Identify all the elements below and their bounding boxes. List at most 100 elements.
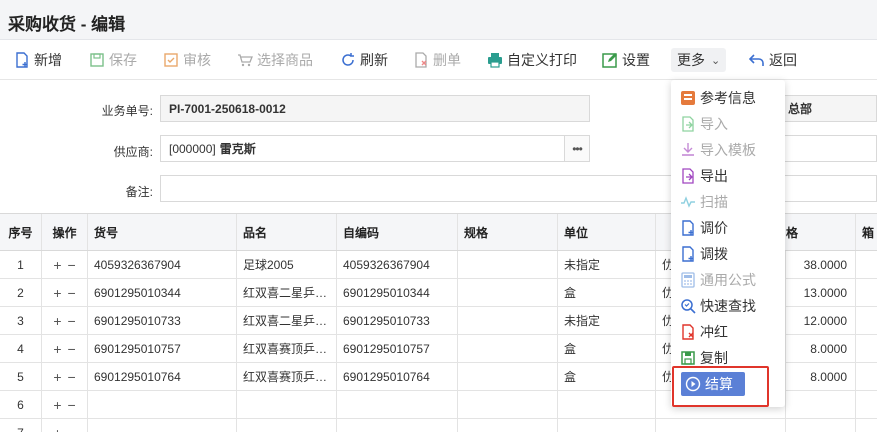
- col-code[interactable]: 货号: [88, 214, 237, 250]
- row-op-cell[interactable]: +−: [42, 391, 88, 418]
- col-selfcode[interactable]: 自编码: [337, 214, 458, 250]
- remove-row-icon[interactable]: −: [68, 285, 76, 301]
- audit-button[interactable]: 审核: [163, 49, 211, 71]
- row-code-cell[interactable]: [88, 419, 237, 432]
- row-price-cell[interactable]: [786, 419, 856, 432]
- add-row-icon[interactable]: +: [53, 369, 61, 385]
- add-row-icon[interactable]: +: [53, 341, 61, 357]
- menu-item-export[interactable]: 导出: [680, 165, 728, 187]
- menu-item-reference-info[interactable]: 参考信息: [680, 87, 756, 109]
- row-price-cell[interactable]: 38.0000: [786, 251, 856, 278]
- row-spec-cell[interactable]: [458, 251, 558, 278]
- row-code-cell[interactable]: 6901295010733: [88, 307, 237, 334]
- row-selfcode-cell[interactable]: 6901295010733: [337, 307, 458, 334]
- refresh-button[interactable]: 刷新: [340, 49, 388, 71]
- row-price-cell[interactable]: 8.0000: [786, 363, 856, 390]
- row-op-cell[interactable]: +−: [42, 363, 88, 390]
- row-code-cell[interactable]: 6901295010764: [88, 363, 237, 390]
- row-spec-cell[interactable]: [458, 307, 558, 334]
- row-spec-cell[interactable]: [458, 419, 558, 432]
- add-row-icon[interactable]: +: [53, 257, 61, 273]
- row-price-cell[interactable]: 8.0000: [786, 335, 856, 362]
- row-extra-cell[interactable]: [856, 251, 877, 278]
- row-spec-cell[interactable]: [458, 363, 558, 390]
- row-name-cell[interactable]: 红双喜二星乒…: [237, 279, 337, 306]
- menu-item-formula[interactable]: 通用公式: [680, 269, 756, 291]
- row-extra-cell[interactable]: [856, 391, 877, 418]
- menu-item-import-template[interactable]: 导入模板: [680, 139, 756, 161]
- row-unit-cell[interactable]: 盒: [558, 335, 656, 362]
- col-spec[interactable]: 规格: [458, 214, 558, 250]
- row-extra-cell[interactable]: [856, 279, 877, 306]
- row-unit-cell[interactable]: 盒: [558, 363, 656, 390]
- row-selfcode-cell[interactable]: 6901295010344: [337, 279, 458, 306]
- row-op-cell[interactable]: +−: [42, 251, 88, 278]
- row-name-cell[interactable]: [237, 391, 337, 418]
- row-code-cell[interactable]: 4059326367904: [88, 251, 237, 278]
- add-row-icon[interactable]: +: [53, 425, 61, 432]
- row-spec-cell[interactable]: [458, 279, 558, 306]
- row-price-cell[interactable]: 13.0000: [786, 279, 856, 306]
- row-op-cell[interactable]: +−: [42, 279, 88, 306]
- row-op-cell[interactable]: +−: [42, 335, 88, 362]
- add-row-icon[interactable]: +: [53, 313, 61, 329]
- row-unit-cell[interactable]: 未指定: [558, 251, 656, 278]
- table-row[interactable]: 7+−: [0, 419, 877, 432]
- row-seq-cell[interactable]: 5: [0, 363, 42, 390]
- row-op-cell[interactable]: +−: [42, 419, 88, 432]
- menu-item-adjust-price[interactable]: 调价: [680, 217, 728, 239]
- row-seq-cell[interactable]: 4: [0, 335, 42, 362]
- back-button[interactable]: 返回: [749, 49, 797, 71]
- row-op-cell[interactable]: +−: [42, 307, 88, 334]
- settings-button[interactable]: 设置: [602, 49, 650, 71]
- row-code-cell[interactable]: 6901295010344: [88, 279, 237, 306]
- supplier-field[interactable]: [000000] 雷克斯: [160, 135, 565, 162]
- row-name-cell[interactable]: 足球2005: [237, 251, 337, 278]
- row-name-cell[interactable]: [237, 419, 337, 432]
- row-code-cell[interactable]: 6901295010757: [88, 335, 237, 362]
- new-button[interactable]: 新增: [14, 49, 62, 71]
- remove-row-icon[interactable]: −: [68, 257, 76, 273]
- add-row-icon[interactable]: +: [53, 397, 61, 413]
- row-unit-cell[interactable]: [558, 419, 656, 432]
- row-unit-cell[interactable]: 盒: [558, 279, 656, 306]
- supplier-picker-button[interactable]: •••: [564, 135, 590, 162]
- row-seq-cell[interactable]: 3: [0, 307, 42, 334]
- org-field[interactable]: 总部: [780, 95, 877, 122]
- row-unit-cell[interactable]: 未指定: [558, 307, 656, 334]
- remove-row-icon[interactable]: −: [68, 369, 76, 385]
- doc-no-field[interactable]: PI-7001-250618-0012: [160, 95, 590, 122]
- row-selfcode-cell[interactable]: 6901295010764: [337, 363, 458, 390]
- row-selfcode-cell[interactable]: 6901295010757: [337, 335, 458, 362]
- save-button[interactable]: 保存: [89, 49, 137, 71]
- menu-item-scan[interactable]: 扫描: [680, 191, 728, 213]
- row-seq-cell[interactable]: 6: [0, 391, 42, 418]
- menu-item-quick-find[interactable]: 快速查找: [680, 295, 756, 317]
- row-extra-cell[interactable]: [856, 363, 877, 390]
- row-seq-cell[interactable]: 1: [0, 251, 42, 278]
- row-price-cell[interactable]: [786, 391, 856, 418]
- row-unit-cell[interactable]: [558, 391, 656, 418]
- row-name-cell[interactable]: 红双喜赛顶乒…: [237, 335, 337, 362]
- more-button[interactable]: 更多 ⌄: [671, 48, 727, 72]
- row-code-cell[interactable]: [88, 391, 237, 418]
- delete-doc-button[interactable]: 删单: [413, 49, 461, 71]
- menu-item-import[interactable]: 导入: [680, 113, 728, 135]
- remove-row-icon[interactable]: −: [68, 313, 76, 329]
- custom-print-button[interactable]: 自定义打印: [487, 49, 577, 71]
- row-price-cell[interactable]: 12.0000: [786, 307, 856, 334]
- col-extra[interactable]: 箱: [856, 214, 877, 250]
- menu-item-reverse[interactable]: 冲红: [680, 321, 728, 343]
- col-name[interactable]: 品名: [237, 214, 337, 250]
- row-extra-cell[interactable]: [856, 307, 877, 334]
- col-unit[interactable]: 单位: [558, 214, 656, 250]
- add-row-icon[interactable]: +: [53, 285, 61, 301]
- remove-row-icon[interactable]: −: [68, 397, 76, 413]
- row-selfcode-cell[interactable]: 4059326367904: [337, 251, 458, 278]
- row-seq-cell[interactable]: 2: [0, 279, 42, 306]
- remove-row-icon[interactable]: −: [68, 341, 76, 357]
- select-goods-button[interactable]: 选择商品: [237, 49, 313, 71]
- row-spec-cell[interactable]: [458, 391, 558, 418]
- row-extra-cell[interactable]: [856, 335, 877, 362]
- row-partial-cell[interactable]: [656, 419, 786, 432]
